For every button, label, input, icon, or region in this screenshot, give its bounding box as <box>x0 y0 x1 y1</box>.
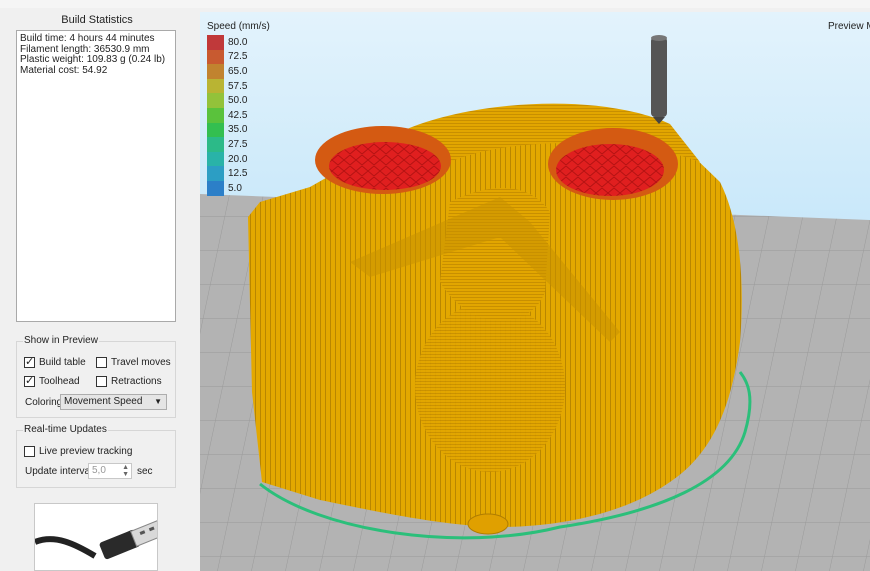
live-preview-checkbox[interactable]: Live preview tracking <box>24 446 132 457</box>
legend-item: 12.5 <box>207 166 247 181</box>
legend-swatch <box>207 107 224 123</box>
build-table-label: Build table <box>39 357 86 368</box>
preview-mode-label: Preview Mo <box>828 21 870 32</box>
legend-item: 65.0 <box>207 64 247 79</box>
legend-swatch <box>207 35 224 50</box>
legend-value: 20.0 <box>228 153 248 165</box>
legend-swatch <box>207 166 224 181</box>
coloring-label: Coloring <box>25 397 63 408</box>
travel-moves-checkbox[interactable]: Travel moves <box>96 357 171 368</box>
legend-item: 42.5 <box>207 107 248 123</box>
update-interval-value: 5,0 <box>92 465 106 476</box>
legend-swatch <box>207 64 224 79</box>
stat-build-time: Build time: 4 hours 44 minutes <box>20 33 155 44</box>
top-strip <box>0 0 870 8</box>
live-preview-label: Live preview tracking <box>39 446 133 457</box>
legend-item: 57.5 <box>207 78 248 94</box>
legend-item: 27.5 <box>207 137 247 152</box>
legend-swatch <box>207 78 224 94</box>
update-interval-label: Update interval <box>25 466 93 477</box>
legend-value: 27.5 <box>228 138 248 150</box>
retractions-checkbox[interactable]: Retractions <box>96 376 162 387</box>
usb-cable-icon <box>35 519 157 560</box>
toolhead-label: Toolhead <box>39 376 80 387</box>
legend-swatch <box>207 180 224 196</box>
stat-plastic-weight: Plastic weight: 109.83 g (0.24 lb) <box>20 54 166 65</box>
retractions-label: Retractions <box>111 376 162 387</box>
update-interval-unit: sec <box>137 466 153 477</box>
spin-arrows-icon[interactable]: ▲ ▼ <box>122 464 129 478</box>
speed-legend: 80.0 72.5 65.0 57.5 50.0 42.5 35.0 27.5 20.0 12.5… <box>207 35 247 196</box>
realtime-updates-group: Real-time Updates <box>16 424 176 488</box>
legend-item: 80.0 <box>207 35 247 50</box>
chevron-down-icon: ▼ <box>154 397 162 406</box>
legend-value: 65.0 <box>228 65 248 77</box>
3d-preview-canvas <box>200 12 870 571</box>
legend-swatch <box>207 49 224 65</box>
legend-item: 35.0 <box>207 122 248 138</box>
legend-item: 20.0 <box>207 151 248 167</box>
preview-viewport[interactable] <box>200 12 870 571</box>
legend-swatch <box>207 151 224 167</box>
printer-connection-thumbnail[interactable] <box>34 503 158 571</box>
travel-moves-label: Travel moves <box>111 357 171 368</box>
speed-legend-title: Speed (mm/s) <box>207 21 270 32</box>
legend-swatch <box>207 137 224 152</box>
stat-material-cost: Material cost: 54.92 <box>20 64 108 76</box>
build-statistics-title: Build Statistics <box>61 14 133 26</box>
legend-item: 72.5 <box>207 49 248 65</box>
legend-value: 72.5 <box>228 51 248 63</box>
legend-value: 35.0 <box>228 124 248 136</box>
retractions-check-box[interactable] <box>96 376 107 387</box>
legend-swatch <box>207 93 224 108</box>
legend-value: 5.0 <box>228 182 242 194</box>
legend-value: 80.0 <box>228 36 248 48</box>
travel-moves-check-box[interactable] <box>96 357 107 368</box>
coloring-select-value: Movement Speed <box>64 396 143 407</box>
toolhead-check-box[interactable] <box>24 374 35 387</box>
legend-value: 42.5 <box>228 109 248 121</box>
legend-value: 12.5 <box>228 168 248 180</box>
update-interval-spinbox[interactable]: 5,0 ▲ ▼ <box>88 463 132 479</box>
toolhead-checkbox[interactable]: Toolhead <box>24 374 80 387</box>
legend-swatch <box>207 122 224 138</box>
legend-item: 50.0 <box>207 93 247 108</box>
legend-value: 50.0 <box>228 95 248 107</box>
build-table-check-box[interactable] <box>24 355 35 368</box>
legend-item: 5.0 <box>207 180 247 196</box>
legend-value: 57.5 <box>228 80 248 92</box>
build-table-checkbox[interactable]: Build table <box>24 355 86 368</box>
live-preview-check-box[interactable] <box>24 446 35 457</box>
realtime-updates-title: Real-time Updates <box>23 424 108 435</box>
show-in-preview-title: Show in Preview <box>23 335 99 346</box>
coloring-select[interactable]: Movement Speed ▼ <box>60 394 167 410</box>
build-statistics-box: Build time: 4 hours 44 minutes Filament … <box>16 30 176 322</box>
